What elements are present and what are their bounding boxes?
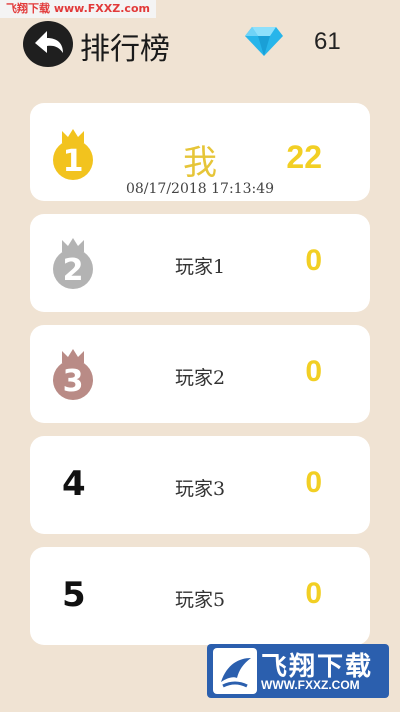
- watermark-top: 飞翔下载 www.FXXZ.com: [0, 0, 156, 18]
- watermark-bottom: 飞翔下载 WWW.FXXZ.COM: [207, 644, 389, 698]
- player-score: 0: [305, 466, 322, 499]
- player-score: 22: [286, 139, 322, 175]
- back-arrow-icon: [35, 31, 63, 53]
- back-button[interactable]: [23, 21, 73, 67]
- watermark-url: WWW.FXXZ.COM: [261, 678, 360, 692]
- header: 排行榜 61: [0, 18, 400, 70]
- page-title: 排行榜: [80, 32, 170, 67]
- diamond-icon: [245, 27, 283, 56]
- leaderboard-row-5: 5 玩家5 0: [30, 547, 370, 645]
- player-score: 0: [305, 355, 322, 388]
- leaderboard-row-2: 2 玩家1 0: [30, 214, 370, 312]
- gem-count: 61: [314, 28, 341, 55]
- player-score: 0: [305, 244, 322, 277]
- leaderboard-row-1: 1 我 22 08/17/2018 17:13:49: [30, 103, 370, 201]
- player-score: 0: [305, 577, 322, 610]
- site-logo-icon: [213, 648, 257, 694]
- score-timestamp: 08/17/2018 17:13:49: [125, 181, 275, 197]
- leaderboard-row-3: 3 玩家2 0: [30, 325, 370, 423]
- leaderboard-row-4: 4 玩家3 0: [30, 436, 370, 534]
